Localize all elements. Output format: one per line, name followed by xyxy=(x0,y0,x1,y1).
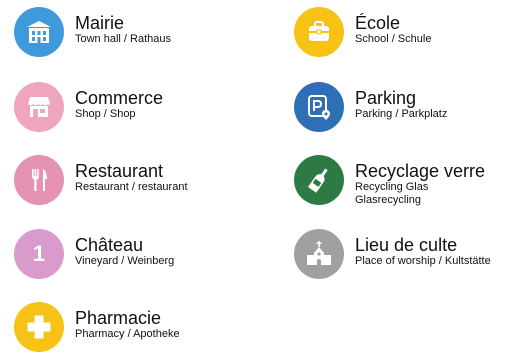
legend-item-chateau: 1 Château Vineyard / Weinberg xyxy=(14,229,174,279)
legend-subtitle-line2: Glasrecycling xyxy=(355,194,422,206)
legend-subtitle: Restaurant / restaurant xyxy=(75,181,188,193)
legend-subtitle: Shop / Shop xyxy=(75,108,136,120)
legend-title: Parking xyxy=(355,88,417,108)
legend-subtitle: Parking / Parkplatz xyxy=(355,108,448,120)
legend-title: Pharmacie xyxy=(75,308,162,328)
legend-item-pharmacie: Pharmacie Pharmacy / Apotheke xyxy=(14,302,180,352)
legend-subtitle: Place of worship / Kultstätte xyxy=(355,255,491,267)
pharmacy-cross-icon xyxy=(14,302,64,352)
legend-item-commerce: Commerce Shop / Shop xyxy=(14,82,163,132)
legend-title: Mairie xyxy=(75,13,125,33)
legend-subtitle: Recycling Glas xyxy=(355,181,429,193)
legend-item-recyclage-verre: Recyclage verre Recycling Glas Glasrecyc… xyxy=(294,155,485,207)
shop-icon xyxy=(14,82,64,132)
legend-title: Restaurant xyxy=(75,161,164,181)
parking-icon xyxy=(294,82,344,132)
glass-bottle-icon xyxy=(294,155,344,205)
legend-item-lieu-de-culte: Lieu de culte Place of worship / Kultstä… xyxy=(294,229,491,279)
legend-item-restaurant: Restaurant Restaurant / restaurant xyxy=(14,155,188,205)
legend-subtitle: Town hall / Rathaus xyxy=(75,33,171,45)
legend-title: Château xyxy=(75,235,144,255)
legend-title: Commerce xyxy=(75,88,164,108)
legend-title: École xyxy=(355,13,401,33)
legend-item-parking: Parking Parking / Parkplatz xyxy=(294,82,447,132)
town-hall-icon xyxy=(14,7,64,57)
number-badge: 1 xyxy=(32,241,46,266)
school-bag-icon xyxy=(294,7,344,57)
legend-title: Lieu de culte xyxy=(355,235,458,255)
map-legend: Mairie Town hall / Rathaus École School … xyxy=(0,0,514,356)
number-one-icon: 1 xyxy=(14,229,64,279)
church-icon xyxy=(294,229,344,279)
legend-subtitle: School / Schule xyxy=(355,33,432,45)
legend-title: Recyclage verre xyxy=(355,161,486,181)
legend-item-ecole: École School / Schule xyxy=(294,7,431,57)
cutlery-icon xyxy=(14,155,64,205)
legend-subtitle: Vineyard / Weinberg xyxy=(75,255,175,267)
legend-item-mairie: Mairie Town hall / Rathaus xyxy=(14,7,171,57)
legend-subtitle: Pharmacy / Apotheke xyxy=(75,328,180,340)
